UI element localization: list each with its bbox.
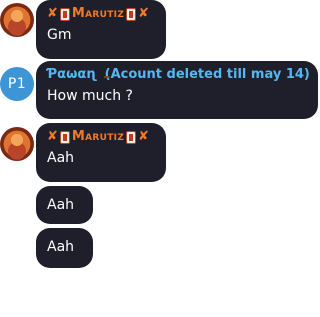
mahjong-tile-icon (59, 7, 70, 21)
sender-name[interactable]: ✘ Marutiz ✘ (47, 6, 155, 22)
sender-name-text: Ƥαωαɳ (47, 67, 97, 82)
chat-message-list: ✘ Marutiz ✘ Gm P1 Ƥαωαɳ (Acount deleted … (0, 0, 320, 317)
cross-icon: ✘ (138, 129, 150, 144)
message-text: Aah (47, 239, 75, 255)
mahjong-tile-icon (59, 130, 70, 144)
user-avatar-image (0, 3, 34, 37)
cross-icon: ✘ (47, 129, 58, 144)
user-avatar-image (0, 127, 34, 161)
avatar-initials: P1 (0, 67, 34, 101)
avatar[interactable] (0, 127, 34, 161)
sender-name[interactable]: Ƥαωαɳ (Acount deleted till may 14) (47, 67, 310, 83)
sender-name-text: Marutiz (71, 129, 125, 144)
message-bubble[interactable]: Aah (36, 228, 93, 268)
sender-name-text: Marutiz (71, 6, 125, 21)
avatar[interactable] (0, 3, 34, 37)
message-bubble[interactable]: ✘ Marutiz ✘ Gm (36, 0, 166, 59)
avatar[interactable]: P1 (0, 67, 34, 101)
cross-icon: ✘ (47, 6, 58, 21)
message-text: How much ? (47, 88, 133, 104)
sender-status-text: (Acount deleted till may 14) (104, 67, 310, 82)
mahjong-tile-icon (126, 7, 137, 21)
message-text: Aah (47, 197, 75, 213)
message-bubble[interactable]: ✘ Marutiz ✘ Aah (36, 123, 166, 182)
mahjong-tile-icon (126, 130, 137, 144)
message-bubble[interactable]: Aah (36, 186, 93, 224)
message-text: Gm (47, 27, 72, 43)
message-bubble[interactable]: Ƥαωαɳ (Acount deleted till may 14) How m… (36, 61, 318, 119)
cross-icon: ✘ (138, 6, 150, 21)
sender-name[interactable]: ✘ Marutiz ✘ (47, 129, 155, 145)
message-text: Aah (47, 150, 75, 166)
